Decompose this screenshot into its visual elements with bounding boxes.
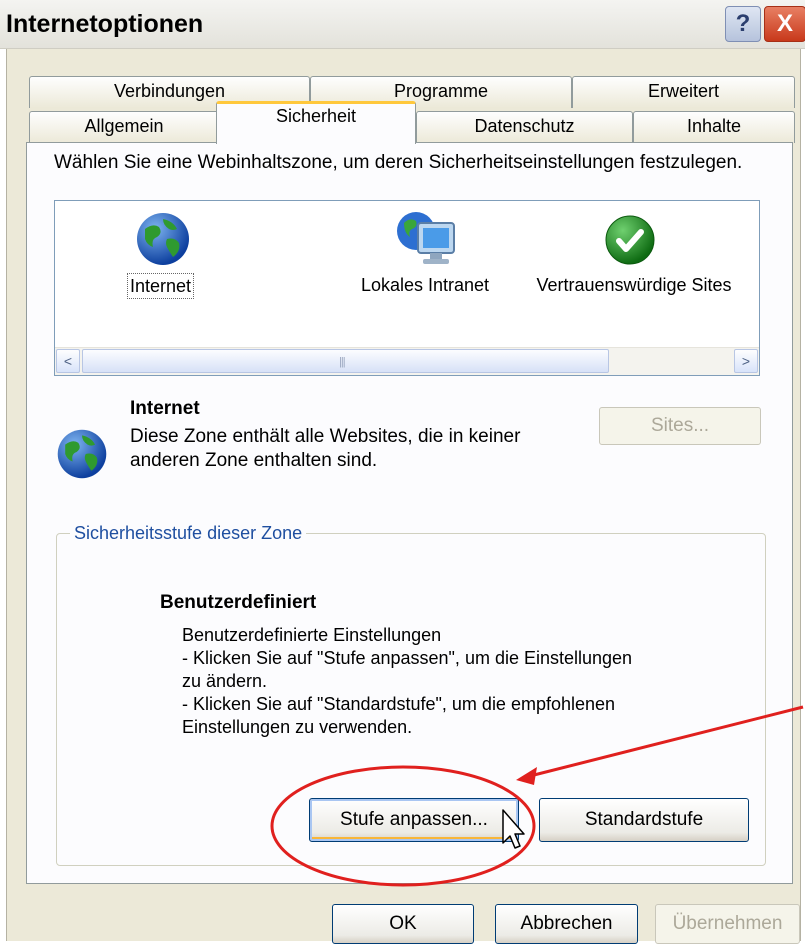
ok-button[interactable]: OK [332,904,474,944]
level-desc-line: zu ändern. [182,671,268,691]
selected-zone-title: Internet [130,398,200,419]
selected-zone-icon [54,426,114,486]
help-button[interactable]: ? [725,6,761,42]
tab-inhalte[interactable]: Inhalte [633,111,795,143]
security-level-group-label: Sicherheitsstufe dieser Zone [70,523,307,544]
sites-button[interactable]: Sites... [599,407,761,445]
globe-icon [57,429,107,479]
chevron-right-icon: > [741,353,751,369]
grip-icon: ||| [339,356,346,368]
zone-internet[interactable] [133,209,193,269]
zone-list-scrollbar[interactable]: < ||| > [55,347,759,375]
dialog-body: Verbindungen Programme Erweitert Allgeme… [6,49,801,944]
default-level-button[interactable]: Standardstufe [539,798,749,842]
globe-icon [137,213,189,265]
cancel-button[interactable]: Abbrechen [495,904,638,944]
title-bar[interactable]: Internetoptionen ? X [0,0,805,49]
level-desc-line: - Klicken Sie auf "Standardstufe", um di… [182,694,616,714]
level-desc-line: Benutzerdefinierte Einstellungen [182,625,442,645]
scroll-left-button[interactable]: < [56,349,80,373]
zone-intranet[interactable] [390,209,460,271]
tab-allgemein[interactable]: Allgemein [29,111,219,143]
zone-trusted[interactable] [603,213,657,267]
intranet-monitor-icon [397,212,455,264]
zone-label-internet[interactable]: Internet [127,273,195,299]
zone-label-trusted[interactable]: Vertrauenswürdige Sites [529,273,739,297]
zone-label-intranet[interactable]: Lokales Intranet [325,273,525,297]
level-desc-line: Einstellungen zu verwenden. [182,717,413,737]
custom-level-button[interactable]: Stufe anpassen... [309,798,519,842]
zone-instruction: Wählen Sie eine Webinhaltszone, um deren… [54,152,743,173]
chevron-left-icon: < [63,353,73,369]
scroll-right-button[interactable]: > [734,349,758,373]
zone-list[interactable]: Internet Lokales Intranet Vertrauenswürd… [54,200,760,376]
apply-button[interactable]: Übernehmen [655,904,800,944]
security-level-title: Benutzerdefiniert [160,592,317,613]
security-tab-page: Wählen Sie eine Webinhaltszone, um deren… [26,142,793,884]
selected-zone-description: Diese Zone enthält alle Websites, die in… [130,426,521,471]
security-level-description: Benutzerdefinierte Einstellungen - Klick… [182,624,742,739]
level-desc-line: - Klicken Sie auf "Stufe anpassen", um d… [182,648,633,668]
scroll-thumb[interactable]: ||| [82,349,609,373]
window-title: Internetoptionen [6,10,204,38]
close-button[interactable]: X [764,6,805,42]
close-icon: X [776,10,793,37]
tab-datenschutz[interactable]: Datenschutz [416,111,633,143]
tab-sicherheit[interactable]: Sicherheit [216,101,416,144]
trusted-check-icon [605,215,655,265]
tab-erweitert[interactable]: Erweitert [572,76,795,108]
